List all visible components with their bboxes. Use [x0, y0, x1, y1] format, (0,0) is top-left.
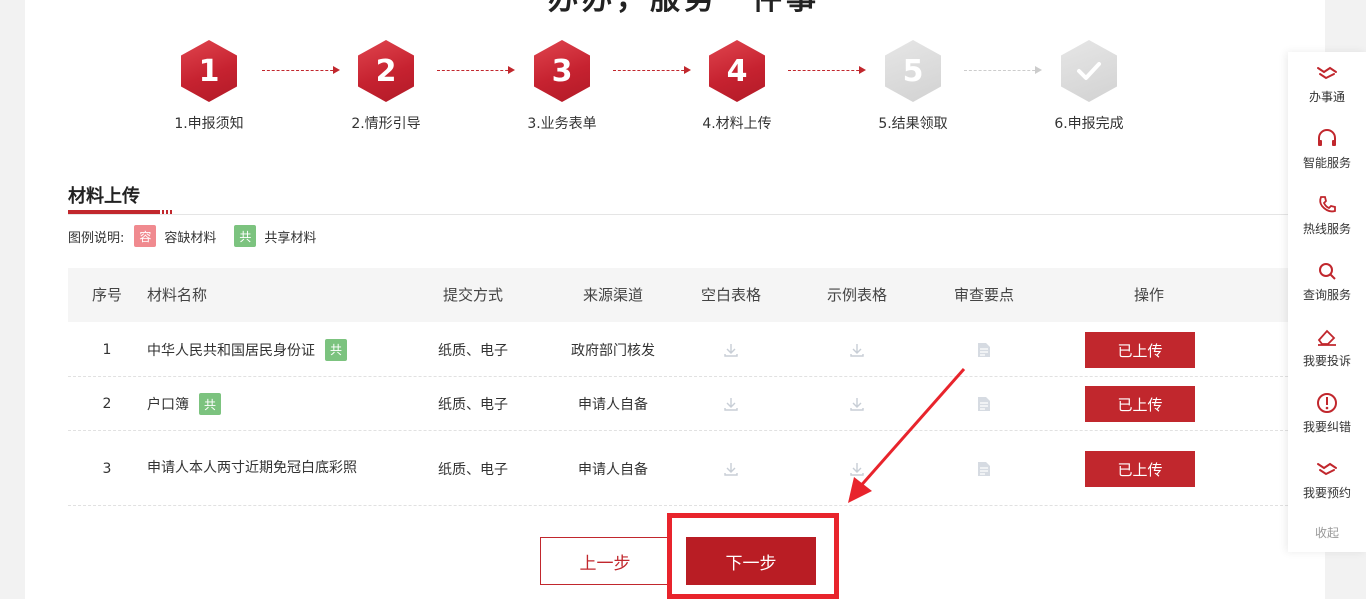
document-icon: [978, 397, 990, 411]
material-name: 申请人本人两寸近期免冠白底彩照: [147, 460, 357, 476]
step-4-hex: 4: [709, 40, 765, 102]
legend-lack-text: 容缺材料: [164, 230, 217, 246]
document-icon: [978, 342, 990, 357]
step-6-hex: [1061, 40, 1117, 102]
annotation-arrow-icon: [848, 368, 966, 503]
legend-shared-text: 共享材料: [264, 230, 317, 246]
sidebar-item-correction[interactable]: 我要纠错: [1288, 392, 1366, 435]
shared-badge: 共: [325, 338, 347, 361]
blank-form-download[interactable]: [681, 377, 781, 431]
row-name: 申请人本人两寸近期免冠白底彩照: [147, 431, 367, 506]
step-4-label: 4.材料上传: [702, 116, 772, 132]
step-5-hex: 5: [885, 40, 941, 102]
sidebar-label: 办事通: [1308, 90, 1345, 104]
step-3-label: 3.业务表单: [527, 116, 597, 132]
step-5: 5 5.结果领取: [853, 40, 973, 133]
next-step-button[interactable]: 下一步: [686, 537, 816, 585]
document-icon: [978, 461, 990, 476]
sidebar-item-hotline[interactable]: 热线服务: [1288, 194, 1366, 237]
row-method: 纸质、电子: [438, 461, 508, 478]
download-icon: [724, 343, 738, 357]
th-action: 操作: [1133, 286, 1164, 304]
uploaded-button[interactable]: 已上传: [1085, 386, 1195, 422]
sidebar-label: 智能服务: [1302, 156, 1351, 170]
row-name: 户口簿 共: [147, 377, 427, 431]
row-method: 纸质、电子: [438, 397, 508, 413]
right-sidebar: 办事通 智能服务 热线服务 查询服务 我要投诉 我要纠错 我要预约 收起: [1288, 52, 1366, 552]
search-icon: [1319, 263, 1336, 280]
headset-icon: [1318, 129, 1336, 146]
sidebar-item-query[interactable]: 查询服务: [1288, 260, 1366, 303]
step-3-hex: 3: [534, 40, 590, 102]
handshake-icon: [1317, 66, 1337, 80]
th-name: 材料名称: [147, 286, 208, 304]
handshake-icon: [1317, 462, 1337, 476]
row-source: 政府部门核发: [571, 342, 655, 359]
th-source: 来源渠道: [582, 286, 643, 304]
row-method: 纸质、电子: [438, 342, 508, 359]
phone-icon: [1319, 196, 1336, 213]
sidebar-label: 我要投诉: [1302, 354, 1351, 368]
th-example-form: 示例表格: [826, 286, 887, 304]
download-icon: [850, 343, 864, 357]
legend: 图例说明: 容 容缺材料 共 共享材料: [68, 225, 324, 247]
row-source: 申请人自备: [578, 461, 648, 478]
sidebar-label: 我要预约: [1302, 486, 1351, 500]
sidebar-item-banshitong[interactable]: 办事通: [1288, 62, 1366, 105]
sidebar-label: 我要纠错: [1302, 420, 1351, 434]
section-title: 材料上传: [68, 186, 140, 207]
download-icon: [724, 462, 738, 476]
shared-badge: 共: [234, 225, 257, 247]
uploaded-button[interactable]: 已上传: [1085, 332, 1195, 368]
lack-badge: 容: [134, 225, 157, 247]
check-icon: [1077, 62, 1101, 80]
row-name: 中华人民共和国居民身份证 共: [147, 322, 427, 377]
section-title-underline: [68, 210, 158, 214]
blank-form-download[interactable]: [681, 322, 781, 377]
step-4: 4 4.材料上传: [677, 40, 797, 133]
row-source: 申请人自备: [578, 397, 648, 413]
step-1: 1 1.申报须知: [149, 40, 269, 133]
table-header: 序号 材料名称 提交方式 来源渠道 空白表格 示例表格 审查要点 操作: [68, 268, 1288, 322]
step-1-hex: 1: [181, 40, 237, 102]
download-icon: [724, 398, 738, 411]
sidebar-item-complaint[interactable]: 我要投诉: [1288, 326, 1366, 369]
prev-step-button[interactable]: 上一步: [540, 537, 670, 585]
eraser-icon: [1317, 329, 1336, 346]
uploaded-button[interactable]: 已上传: [1085, 451, 1195, 487]
step-2-label: 2.情形引导: [351, 116, 421, 132]
step-6-label: 6.申报完成: [1054, 116, 1124, 132]
alert-icon: [1317, 393, 1337, 413]
page-title: 办办，服务一件事: [548, 0, 820, 18]
step-6: 6.申报完成: [1029, 40, 1149, 133]
sidebar-item-appointment[interactable]: 我要预约: [1288, 458, 1366, 501]
row-index: 1: [102, 341, 112, 358]
legend-label: 图例说明:: [68, 230, 125, 246]
step-2: 2 2.情形引导: [326, 40, 446, 133]
step-3: 3 3.业务表单: [502, 40, 622, 133]
th-blank-form: 空白表格: [700, 286, 761, 304]
material-name: 中华人民共和国居民身份证: [147, 342, 315, 359]
blank-form-download[interactable]: [681, 431, 781, 506]
step-5-label: 5.结果领取: [878, 116, 948, 132]
section-title-underline-dots: [158, 210, 172, 214]
sidebar-collapse-button[interactable]: 收起: [1288, 524, 1366, 541]
th-review-points: 审查要点: [953, 286, 1014, 304]
sidebar-label: 查询服务: [1302, 288, 1351, 302]
th-method: 提交方式: [442, 286, 503, 304]
th-index: 序号: [91, 286, 122, 304]
material-name: 户口簿: [147, 397, 189, 413]
shared-badge: 共: [199, 393, 221, 415]
step-1-label: 1.申报须知: [174, 116, 244, 132]
section-divider: [68, 214, 1288, 215]
row-index: 2: [102, 396, 112, 412]
step-2-hex: 2: [358, 40, 414, 102]
sidebar-label: 热线服务: [1302, 222, 1351, 236]
sidebar-item-smart-service[interactable]: 智能服务: [1288, 128, 1366, 171]
row-index: 3: [102, 460, 112, 477]
